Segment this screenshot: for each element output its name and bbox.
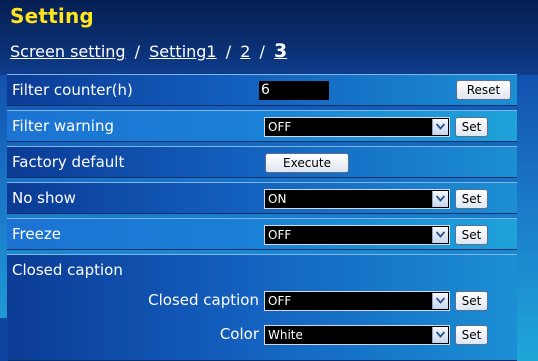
factory-default-label: Factory default — [12, 153, 125, 171]
chevron-down-icon[interactable] — [432, 327, 448, 343]
settings-window: Setting Screen setting / Setting1 / 2 / … — [0, 0, 538, 361]
row-freeze: Freeze OFF Set — [7, 218, 517, 250]
chevron-down-icon[interactable] — [432, 119, 448, 135]
row-no-show: No show ON Set — [7, 182, 517, 214]
freeze-set-button[interactable]: Set — [455, 225, 488, 245]
row-factory-default: Factory default Execute — [7, 146, 517, 178]
filter-warning-select[interactable]: OFF — [264, 117, 450, 137]
row-filter-warning: Filter warning OFF Set — [7, 110, 517, 142]
reset-button[interactable]: Reset — [456, 80, 511, 100]
breadcrumb-page-2[interactable]: 2 — [240, 42, 250, 61]
settings-panel: Filter counter(h) 6 Reset Filter warning… — [7, 74, 517, 361]
filter-counter-label: Filter counter(h) — [12, 81, 133, 99]
chevron-down-icon[interactable] — [432, 191, 448, 207]
no-show-label: No show — [12, 189, 76, 207]
breadcrumb: Screen setting / Setting1 / 2 / 3 — [10, 40, 287, 62]
closed-caption-label: Closed caption — [148, 291, 259, 309]
color-set-button[interactable]: Set — [455, 325, 488, 345]
filter-warning-set-button[interactable]: Set — [455, 117, 488, 137]
page-title: Setting — [10, 4, 94, 28]
color-label: Color — [219, 325, 259, 343]
breadcrumb-separator: / — [225, 42, 232, 61]
color-selected: White — [268, 328, 303, 342]
color-select[interactable]: White — [264, 325, 450, 345]
filter-warning-selected: OFF — [268, 120, 292, 134]
chevron-down-icon[interactable] — [432, 293, 448, 309]
freeze-select[interactable]: OFF — [264, 225, 450, 245]
filter-warning-label: Filter warning — [12, 117, 114, 135]
breadcrumb-setting1[interactable]: Setting1 — [149, 42, 216, 61]
breadcrumb-separator: / — [259, 42, 265, 61]
row-closed-caption-group: Closed caption Closed caption OFF Set Co… — [7, 254, 517, 361]
filter-counter-value: 6 — [259, 81, 329, 100]
closed-caption-group-label: Closed caption — [12, 261, 123, 279]
closed-caption-select[interactable]: OFF — [264, 291, 450, 311]
side-tab — [0, 318, 8, 361]
freeze-selected: OFF — [268, 228, 292, 242]
no-show-selected: ON — [268, 192, 287, 206]
breadcrumb-separator: / — [134, 42, 141, 61]
closed-caption-selected: OFF — [268, 294, 292, 308]
execute-button[interactable]: Execute — [265, 153, 349, 173]
closed-caption-set-button[interactable]: Set — [455, 291, 488, 311]
freeze-label: Freeze — [12, 225, 61, 243]
row-filter-counter: Filter counter(h) 6 Reset — [7, 74, 517, 106]
breadcrumb-screen-setting[interactable]: Screen setting — [10, 42, 126, 61]
no-show-set-button[interactable]: Set — [455, 189, 488, 209]
breadcrumb-page-3: 3 — [273, 40, 288, 62]
no-show-select[interactable]: ON — [264, 189, 450, 209]
chevron-down-icon[interactable] — [432, 227, 448, 243]
header: Setting Screen setting / Setting1 / 2 / … — [0, 0, 538, 75]
